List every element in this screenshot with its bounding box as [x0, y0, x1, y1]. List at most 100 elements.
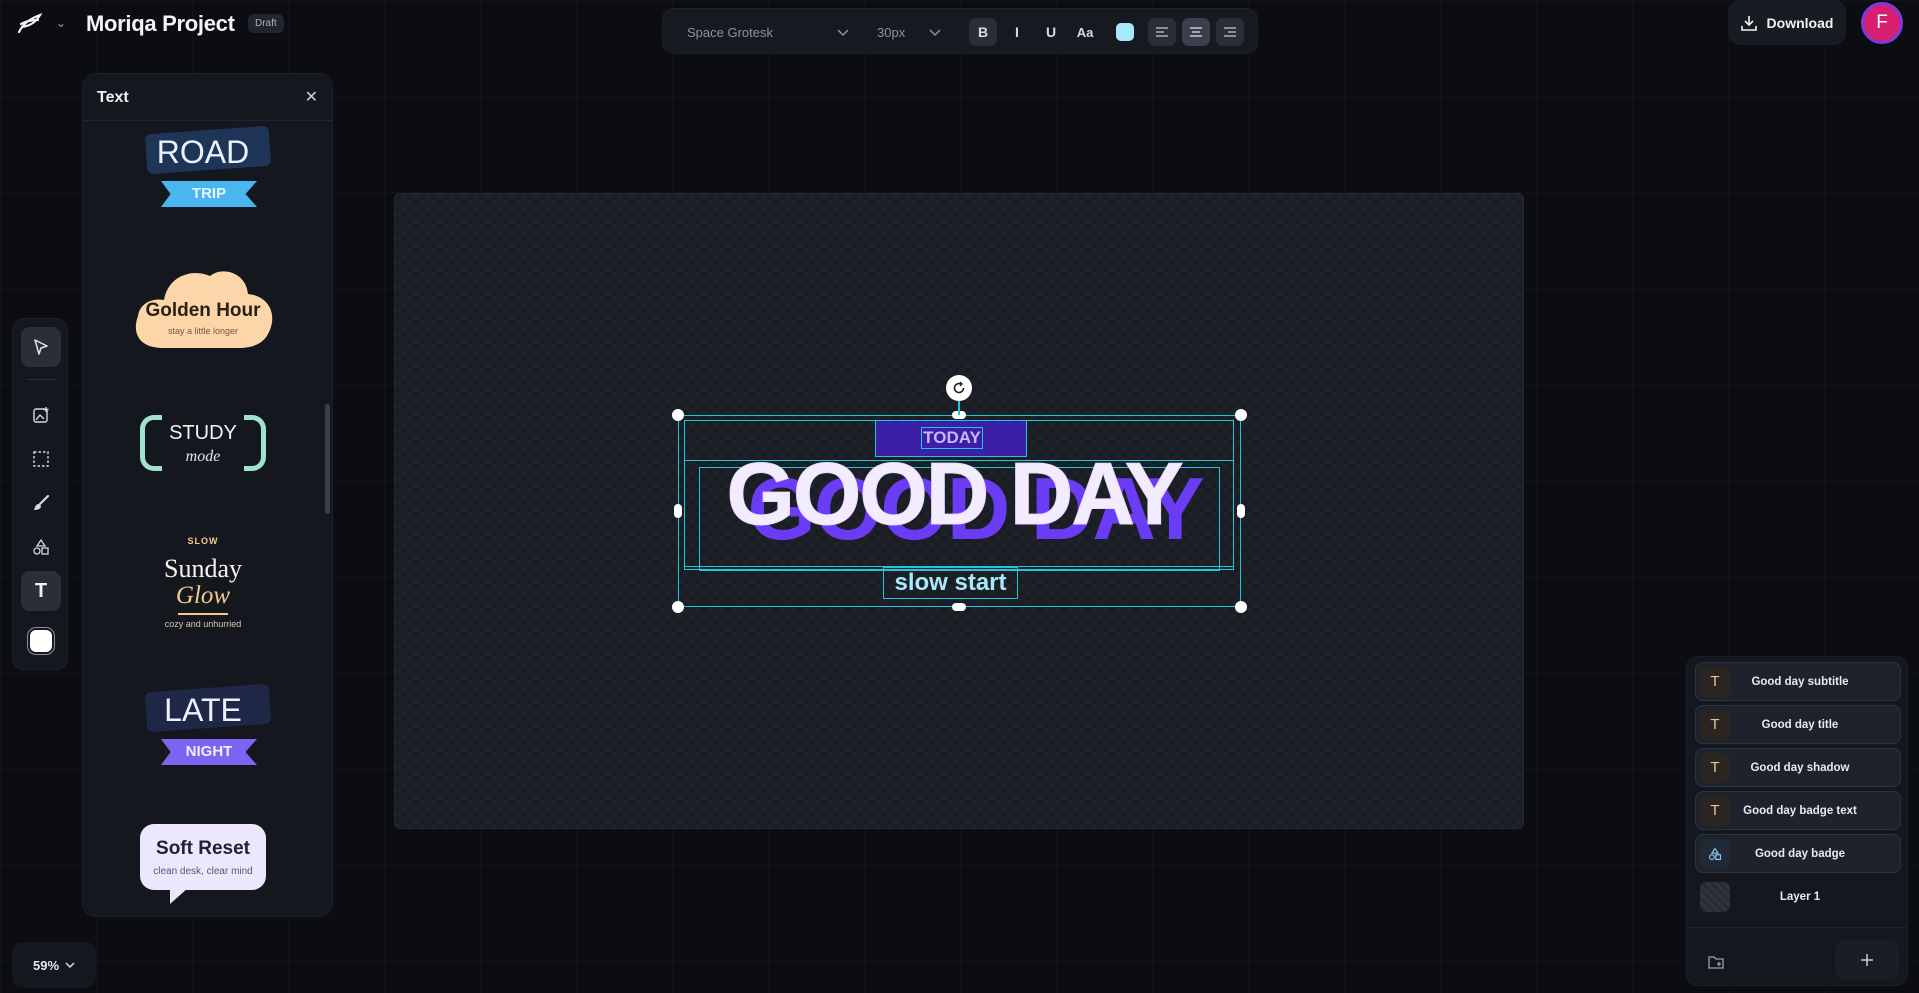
divider	[178, 613, 228, 615]
shapes-icon	[33, 538, 49, 555]
resize-handle-bottom[interactable]	[952, 603, 966, 611]
plus-icon	[1861, 954, 1873, 966]
layer-good-day-shadow[interactable]: T Good day shadow	[1695, 748, 1901, 787]
template-sunday-glow[interactable]: SLOW Sunday Glow cozy and unhurried	[83, 536, 323, 636]
rotate-stem	[958, 401, 960, 415]
folder-add-icon	[1708, 956, 1724, 969]
shapes-tool[interactable]	[21, 527, 61, 567]
layer-good-day-badge-text[interactable]: T Good day badge text	[1695, 791, 1901, 830]
text-case-button[interactable]: Aa	[1071, 18, 1099, 46]
underline-button[interactable]: U	[1037, 18, 1065, 46]
tools-divider	[27, 379, 55, 380]
select-pointer-icon	[34, 339, 48, 355]
download-label: Download	[1766, 14, 1834, 31]
background-layer-thumb	[1700, 881, 1730, 912]
add-layer-button[interactable]	[1835, 940, 1899, 980]
speech-tail	[170, 888, 188, 904]
rotate-icon	[953, 381, 965, 394]
layer-good-day-subtitle[interactable]: T Good day subtitle	[1695, 662, 1901, 701]
resize-handle-left[interactable]	[674, 504, 682, 518]
font-size-select[interactable]: 30px	[877, 18, 947, 46]
close-icon[interactable]: ✕	[305, 87, 318, 107]
layer-name: Good day subtitle	[1751, 675, 1849, 688]
tools-rail: T	[12, 318, 68, 670]
text-color-button[interactable]	[1111, 18, 1139, 46]
template-line: STUDY	[169, 422, 237, 444]
panel-header: Text ✕	[83, 74, 332, 121]
text-templates-panel: Text ✕ ROAD TRIP Golden Hour stay a litt…	[82, 73, 333, 917]
template-line: clean desk, clear mind	[153, 866, 253, 877]
template-soft-reset[interactable]: Soft Reset clean desk, clear mind	[83, 824, 323, 910]
download-button[interactable]: Download	[1728, 0, 1846, 45]
app-logo-icon[interactable]	[16, 12, 42, 36]
select-tool[interactable]	[21, 327, 61, 367]
template-line: TRIP	[191, 185, 227, 202]
template-line: NIGHT	[185, 743, 233, 760]
selection-group[interactable]: TODAY GOOD DAY GOOD DAY slow start	[672, 375, 1247, 613]
text-layer-icon: T	[1700, 709, 1730, 740]
template-golden-hour[interactable]: Golden Hour stay a little longer	[83, 254, 323, 354]
text-format-toolbar: Space Grotesk 30px B I U Aa	[662, 8, 1258, 54]
chevron-down-icon	[837, 25, 849, 40]
download-icon	[1740, 15, 1757, 31]
text-layer-icon: T	[1700, 795, 1730, 826]
avatar[interactable]: F	[1861, 2, 1903, 44]
template-line: ROAD	[156, 134, 250, 170]
layer-name: Good day badge	[1754, 847, 1846, 860]
chevron-down-icon	[65, 962, 75, 968]
align-left-button[interactable]	[1148, 18, 1176, 46]
layer-good-day-title[interactable]: T Good day title	[1695, 705, 1901, 744]
layer-1[interactable]: Layer 1	[1695, 877, 1901, 916]
template-line: SLOW	[187, 536, 219, 546]
chevron-down-icon	[929, 25, 941, 40]
layer-good-day-badge[interactable]: Good day badge	[1695, 834, 1901, 873]
layers-divider	[1687, 927, 1907, 928]
good-day-title[interactable]: GOOD DAY	[684, 449, 1224, 538]
add-image-tool[interactable]	[21, 395, 61, 435]
template-line: cozy and unhurried	[164, 619, 242, 629]
status-badge: Draft	[248, 14, 284, 33]
template-line: Soft Reset	[156, 838, 250, 859]
bold-button[interactable]: B	[969, 18, 997, 46]
template-road-trip[interactable]: ROAD TRIP	[83, 125, 323, 216]
shapes-layer-icon	[1700, 838, 1730, 869]
template-line: LATE	[164, 692, 242, 728]
italic-button[interactable]: I	[1003, 18, 1031, 46]
font-size-value: 30px	[877, 24, 906, 40]
text-color-swatch	[1116, 23, 1134, 41]
template-study-mode[interactable]: STUDY mode	[83, 409, 323, 479]
resize-handle-bottom-left[interactable]	[672, 601, 684, 613]
font-family-value: Space Grotesk	[687, 24, 773, 40]
rotate-handle[interactable]	[946, 375, 972, 401]
resize-handle-top-left[interactable]	[672, 409, 684, 421]
add-group-button[interactable]	[1701, 947, 1731, 977]
align-center-button[interactable]	[1182, 18, 1210, 46]
font-family-select[interactable]: Space Grotesk	[687, 18, 857, 46]
selection-tool[interactable]	[21, 439, 61, 479]
template-line: mode	[185, 448, 221, 465]
align-right-icon	[1224, 27, 1236, 37]
layer-name: Good day badge text	[1743, 804, 1857, 817]
template-late-night[interactable]: LATE NIGHT	[83, 683, 323, 774]
color-picker-tool[interactable]	[21, 621, 61, 661]
color-swatch-icon	[30, 630, 52, 652]
brush-icon	[34, 494, 50, 510]
project-title[interactable]: Moriqa Project	[86, 11, 235, 37]
text-layer-icon: T	[1700, 752, 1730, 783]
app-menu-chevron-icon[interactable]: ⌄	[56, 16, 66, 30]
panel-scrollbar[interactable]	[325, 404, 330, 514]
resize-handle-bottom-right[interactable]	[1235, 601, 1247, 613]
zoom-value: 59%	[32, 957, 60, 973]
slow-start-subtitle[interactable]: slow start	[883, 567, 1018, 599]
resize-handle-top-right[interactable]	[1235, 409, 1247, 421]
align-right-button[interactable]	[1216, 18, 1244, 46]
template-line: Sunday	[164, 554, 242, 583]
layers-panel: T Good day subtitle T Good day title T G…	[1686, 656, 1908, 986]
brush-tool[interactable]	[21, 483, 61, 523]
align-center-icon	[1190, 27, 1202, 37]
selection-rect-icon	[33, 451, 49, 467]
resize-handle-right[interactable]	[1237, 504, 1245, 518]
text-tool-icon[interactable]: T	[21, 571, 61, 611]
template-line: Golden Hour	[145, 300, 261, 321]
zoom-control[interactable]: 59%	[12, 942, 96, 988]
